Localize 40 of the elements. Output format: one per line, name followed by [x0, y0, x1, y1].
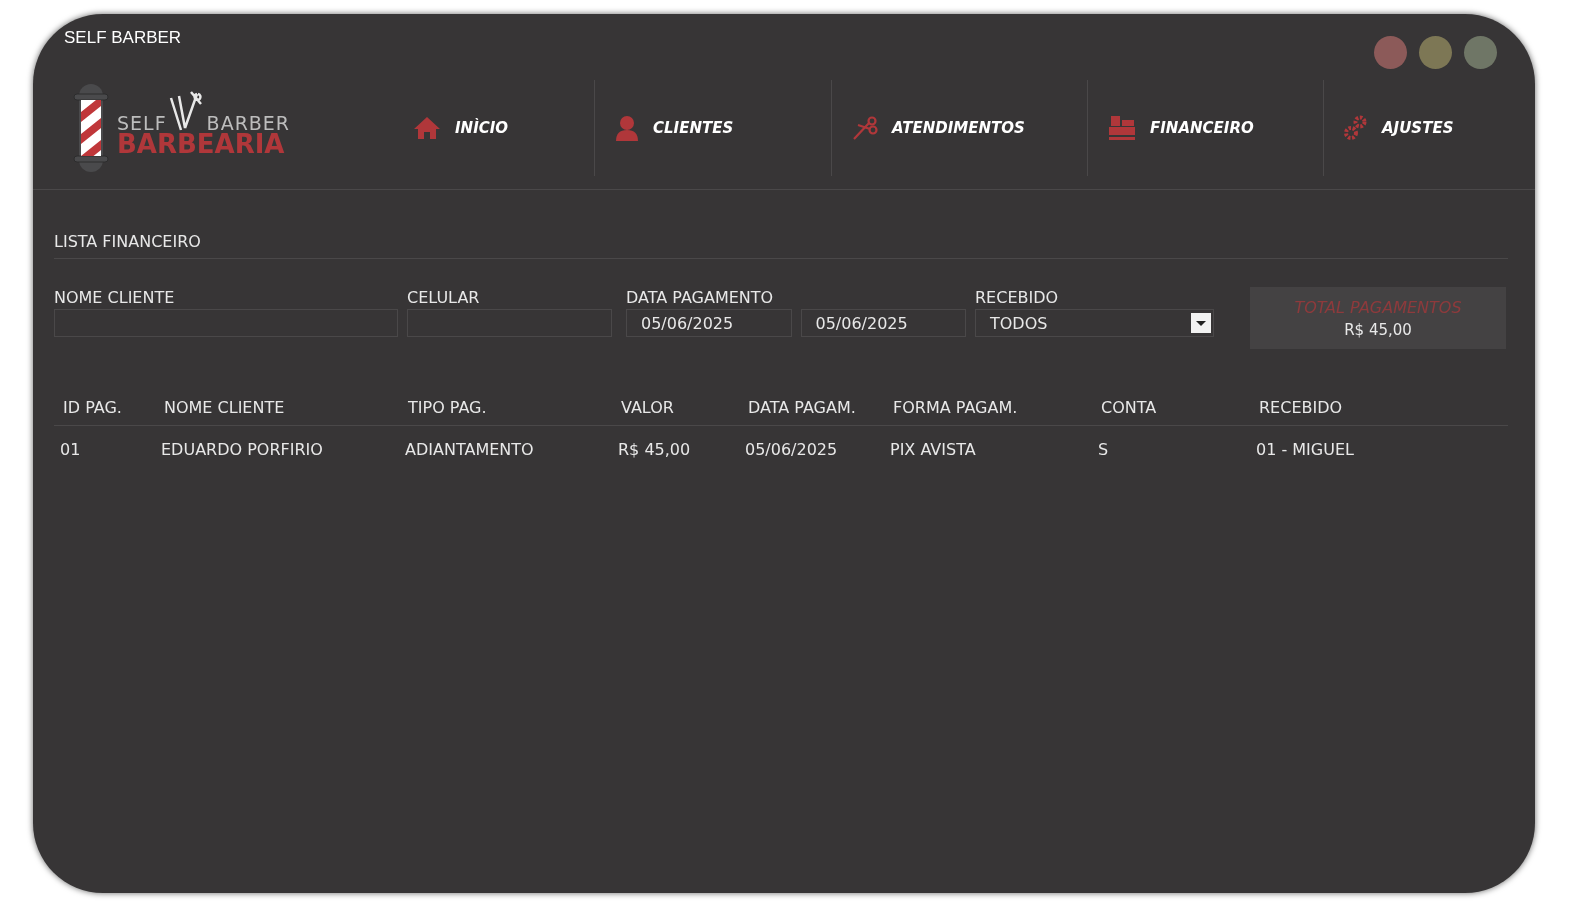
scissors-icon — [852, 114, 878, 141]
person-icon — [615, 114, 639, 141]
cash-register-icon — [1108, 114, 1136, 141]
table-cell-text: PIX AVISTA — [890, 439, 977, 459]
section-title: LISTA FINANCEIRO — [54, 232, 1508, 259]
column-header: TIPO PAG. — [408, 397, 488, 417]
barber-pole-icon — [73, 81, 109, 174]
minimize-button[interactable] — [1419, 35, 1452, 69]
table-cell-text: R$ 45,00 — [618, 439, 692, 459]
column-header: VALOR — [621, 397, 675, 417]
table-cell-text: 01 — [60, 439, 82, 459]
table-cell-text: S — [1098, 439, 1110, 459]
column-header: FORMA PAGAM. — [893, 397, 1019, 417]
column-header: DATA PAGAM. — [748, 397, 857, 417]
field-label: DATA PAGAMENTO — [626, 287, 775, 309]
nav-tab[interactable]: INÌCIO — [393, 79, 594, 176]
nav-tab[interactable]: FINANCEIRO — [1087, 79, 1323, 176]
nav-tab[interactable]: AJUSTES — [1323, 79, 1474, 176]
field-label: RECEBIDO — [975, 287, 1060, 309]
nav-tab[interactable]: ATENDIMENTOS — [831, 79, 1087, 176]
home-icon — [413, 115, 441, 140]
maximize-button[interactable] — [1464, 35, 1497, 69]
table-cell-text: 01 - MIGUEL — [1256, 439, 1355, 459]
date-field[interactable]: 05/06/2025 — [626, 309, 792, 337]
total-value: R$ 45,00 — [1344, 320, 1412, 339]
field-label: NOME CLIENTE — [54, 287, 176, 309]
close-button[interactable] — [1374, 35, 1407, 69]
column-header: NOME CLIENTE — [164, 397, 286, 417]
gears-icon — [1344, 114, 1368, 141]
window-title: SELF BARBER — [64, 27, 182, 48]
column-header: CONTA — [1101, 397, 1158, 417]
table-cell-text: EDUARDO PORFIRIO — [161, 439, 324, 459]
field-label: CELULAR — [407, 287, 481, 309]
table-cell-text: ADIANTAMENTO — [405, 439, 535, 459]
nav-tab[interactable]: CLIENTES — [594, 79, 831, 176]
table-cell-text: 05/06/2025 — [745, 439, 839, 459]
column-header: RECEBIDO — [1259, 397, 1344, 417]
date-field[interactable]: 05/06/2025 — [800, 309, 966, 337]
dropdown[interactable]: TODOS — [975, 309, 1214, 337]
total-label: TOTAL PAGAMENTOS — [1294, 297, 1462, 317]
